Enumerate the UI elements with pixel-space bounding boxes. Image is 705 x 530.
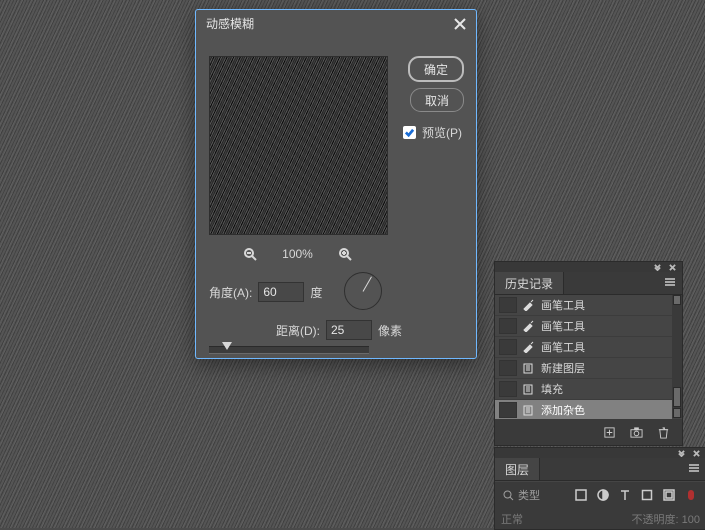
distance-input[interactable]: 25 <box>326 320 372 340</box>
filter-smart-icon[interactable] <box>662 488 676 502</box>
motion-blur-dialog: 动感模糊 100% 确定 取消 预览(P) 角度(A): 60 度 距离(D):… <box>195 9 477 359</box>
layer-opts-row: 正常 不透明度: 100 <box>495 508 705 529</box>
collapse-icon[interactable] <box>678 450 685 457</box>
layer-icon <box>521 361 535 375</box>
history-footer <box>495 419 682 445</box>
menu-icon <box>688 463 700 473</box>
opacity-label[interactable]: 不透明度: 100 <box>632 511 700 527</box>
history-item-label: 画笔工具 <box>541 318 585 334</box>
history-list: 画笔工具画笔工具画笔工具新建图层填充添加杂色 <box>495 295 672 421</box>
history-thumb <box>499 402 517 418</box>
panel-strip <box>495 262 682 272</box>
angle-input[interactable]: 60 <box>258 282 304 302</box>
distance-row: 距离(D): 25 像素 <box>276 320 402 340</box>
check-icon <box>405 128 414 137</box>
collapse-icon[interactable] <box>654 264 661 271</box>
layer-icon <box>521 403 535 417</box>
filter-toggle[interactable] <box>684 488 698 502</box>
layer-filter[interactable]: 类型 <box>503 487 540 503</box>
zoom-bar: 100% <box>209 242 386 266</box>
history-item[interactable]: 添加杂色 <box>495 400 672 421</box>
panel-close-icon[interactable] <box>693 450 700 457</box>
filter-shape-icon[interactable] <box>640 488 654 502</box>
close-icon <box>454 18 466 30</box>
history-thumb <box>499 339 517 355</box>
brush-icon <box>521 340 535 354</box>
tab-layers[interactable]: 图层 <box>495 458 540 480</box>
delete-icon[interactable] <box>657 426 670 439</box>
preview-label: 预览(P) <box>422 124 462 141</box>
scroll-up[interactable] <box>673 295 681 305</box>
history-scrollbar[interactable] <box>672 295 682 418</box>
preview-checkbox[interactable] <box>403 126 416 139</box>
history-item[interactable]: 画笔工具 <box>495 295 672 316</box>
history-thumb <box>499 381 517 397</box>
zoom-out-icon <box>243 247 257 261</box>
dialog-close-button[interactable] <box>450 14 470 34</box>
history-thumb <box>499 318 517 334</box>
distance-label: 距离(D): <box>276 322 320 339</box>
tab-history[interactable]: 历史记录 <box>495 272 564 294</box>
layers-panel: 图层 类型 正常 不透明度: 100 <box>494 447 705 530</box>
history-panel: 历史记录 画笔工具画笔工具画笔工具新建图层填充添加杂色 <box>494 261 683 446</box>
snapshot-icon[interactable] <box>630 426 643 439</box>
search-icon <box>503 490 514 501</box>
brush-icon <box>521 319 535 333</box>
scroll-thumb[interactable] <box>673 387 681 407</box>
zoom-in-button[interactable] <box>337 246 353 262</box>
cancel-button[interactable]: 取消 <box>410 88 464 112</box>
preview-checkbox-row[interactable]: 预览(P) <box>403 124 462 141</box>
history-item-label: 画笔工具 <box>541 297 585 313</box>
blend-mode[interactable]: 正常 <box>501 511 523 527</box>
filter-kind: 类型 <box>518 487 540 503</box>
history-item[interactable]: 填充 <box>495 379 672 400</box>
history-item[interactable]: 画笔工具 <box>495 337 672 358</box>
history-item-label: 填充 <box>541 381 563 397</box>
panel-tabs: 历史记录 <box>495 272 682 295</box>
filter-type-icon[interactable] <box>618 488 632 502</box>
angle-unit: 度 <box>310 284 322 301</box>
history-thumb <box>499 297 517 313</box>
angle-row: 角度(A): 60 度 <box>209 282 322 302</box>
layer-filter-row: 类型 <box>495 482 705 508</box>
filter-adjust-icon[interactable] <box>596 488 610 502</box>
history-item-label: 画笔工具 <box>541 339 585 355</box>
create-document-icon[interactable] <box>603 426 616 439</box>
dialog-title: 动感模糊 <box>196 10 476 38</box>
distance-slider-track[interactable] <box>209 346 369 354</box>
history-item[interactable]: 新建图层 <box>495 358 672 379</box>
panel-close-icon[interactable] <box>669 264 676 271</box>
filter-pixel-icon[interactable] <box>574 488 588 502</box>
layer-icon <box>521 382 535 396</box>
panel-menu-button[interactable] <box>664 276 676 290</box>
panel-menu-button[interactable] <box>688 462 700 476</box>
distance-slider-thumb[interactable] <box>222 342 232 350</box>
history-item-label: 新建图层 <box>541 360 585 376</box>
history-item[interactable]: 画笔工具 <box>495 316 672 337</box>
brush-icon <box>521 298 535 312</box>
history-item-label: 添加杂色 <box>541 402 585 418</box>
zoom-in-icon <box>338 247 352 261</box>
layer-filter-icons <box>574 488 698 502</box>
ok-button[interactable]: 确定 <box>408 56 464 82</box>
zoom-level: 100% <box>282 247 313 261</box>
menu-icon <box>664 277 676 287</box>
scroll-down[interactable] <box>673 408 681 418</box>
panel-tabs: 图层 <box>495 458 705 481</box>
zoom-out-button[interactable] <box>242 246 258 262</box>
angle-dial[interactable] <box>344 272 382 310</box>
distance-unit: 像素 <box>378 322 402 339</box>
history-thumb <box>499 360 517 376</box>
effect-preview[interactable] <box>209 56 388 235</box>
angle-label: 角度(A): <box>209 284 252 301</box>
panel-strip <box>495 448 705 458</box>
